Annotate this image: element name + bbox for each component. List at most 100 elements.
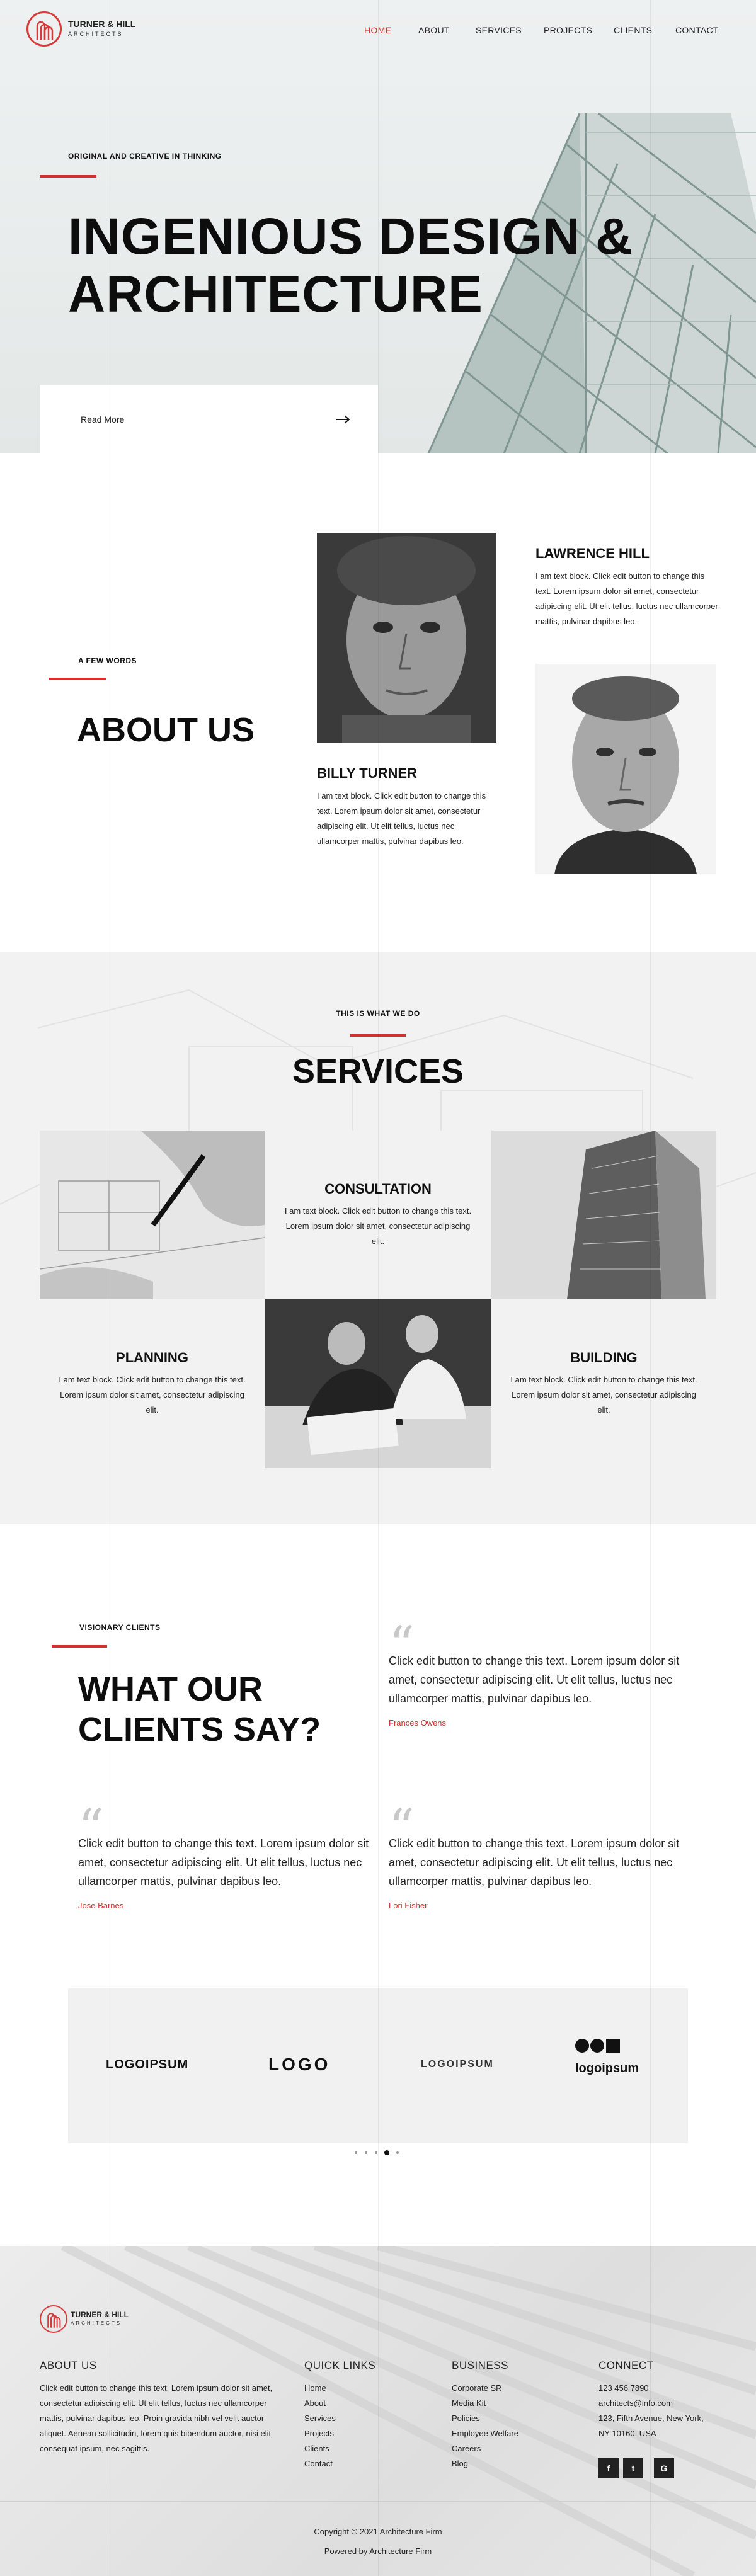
- footer-link-media-kit[interactable]: Media Kit: [452, 2396, 518, 2411]
- footer-link-home[interactable]: Home: [304, 2381, 336, 2396]
- lawrence-hill-name: LAWRENCE HILL: [536, 545, 650, 561]
- footer-link-contact[interactable]: Contact: [304, 2456, 336, 2471]
- services-title: SERVICES: [292, 1052, 464, 1090]
- client-logos-carousel: LOGOIPSUM LOGO LOGOIPSUM logoipsum: [68, 1988, 688, 2143]
- carousel-dot[interactable]: [355, 2151, 357, 2154]
- footer-address-line2: NY 10160, USA: [598, 2429, 656, 2438]
- footer-quick-links: Home About Services Projects Clients Con…: [304, 2381, 336, 2471]
- arrow-right-icon: [336, 415, 350, 424]
- brand-tagline: ARCHITECTS: [68, 31, 123, 37]
- hero-accent-bar: [40, 175, 96, 178]
- footer-powered-by: Powered by Architecture Firm: [324, 2546, 432, 2556]
- testimonial-3: “ Click edit button to change this text.…: [389, 1798, 685, 1911]
- footer-link-policies[interactable]: Policies: [452, 2411, 518, 2426]
- about-accent-bar: [49, 678, 106, 680]
- carousel-dot[interactable]: [365, 2151, 367, 2154]
- footer-email[interactable]: architects@info.com: [598, 2396, 704, 2411]
- twitter-icon[interactable]: t: [623, 2458, 643, 2478]
- footer-business-heading: BUSINESS: [452, 2359, 508, 2371]
- hero-title: INGENIOUS DESIGN & ARCHITECTURE: [68, 208, 633, 324]
- footer-link-about[interactable]: About: [304, 2396, 336, 2411]
- planning-text: I am text block. Click edit button to ch…: [59, 1375, 246, 1415]
- lawrence-hill-bio: I am text block. Click edit button to ch…: [536, 571, 718, 626]
- footer-link-employee-welfare[interactable]: Employee Welfare: [452, 2426, 518, 2441]
- clients-eyebrow: VISIONARY CLIENTS: [79, 1623, 161, 1632]
- read-more-button[interactable]: Read More: [40, 385, 378, 453]
- services-section: THIS IS WHAT WE DO SERVICES CONSULTATION…: [0, 952, 756, 1524]
- site-footer: TURNER & HILL ARCHITECTS ABOUT US Click …: [0, 2246, 756, 2576]
- testimonial-1: “ Click edit button to change this text.…: [389, 1620, 685, 1728]
- footer-link-services[interactable]: Services: [304, 2411, 336, 2426]
- quote-icon: “: [389, 1616, 415, 1674]
- footer-divider: [0, 2501, 756, 2502]
- skyscraper-photo: [491, 1131, 716, 1299]
- footer-about-text: Click edit button to change this text. L…: [40, 2383, 273, 2453]
- consultation-card: CONSULTATION I am text block. Click edit…: [265, 1131, 491, 1299]
- footer-business-links: Corporate SR Media Kit Policies Employee…: [452, 2381, 518, 2471]
- read-more-label: Read More: [81, 414, 125, 425]
- quote-icon: “: [389, 1798, 415, 1857]
- clients-title: WHAT OUR CLIENTS SAY?: [78, 1669, 321, 1750]
- client-logo-4[interactable]: logoipsum: [575, 2061, 639, 2076]
- brand-name[interactable]: TURNER & HILL: [68, 19, 135, 29]
- footer-logo-mark[interactable]: [40, 2305, 67, 2333]
- footer-link-corporate-sr[interactable]: Corporate SR: [452, 2381, 518, 2396]
- about-title: ABOUT US: [77, 711, 255, 749]
- nav-contact[interactable]: CONTACT: [675, 25, 719, 35]
- nav-about[interactable]: ABOUT: [418, 25, 450, 35]
- footer-about-heading: ABOUT US: [40, 2359, 97, 2371]
- google-icon[interactable]: G: [654, 2458, 674, 2478]
- hero-eyebrow: ORIGINAL AND CREATIVE IN THINKING: [68, 152, 222, 161]
- nav-projects[interactable]: PROJECTS: [544, 25, 592, 35]
- footer-brand-name: TURNER & HILL: [71, 2310, 129, 2319]
- lawrence-hill-photo: [536, 664, 716, 874]
- clients-title-line1: WHAT OUR: [78, 1670, 263, 1708]
- footer-address-line1: 123, Fifth Avenue, New York,: [598, 2414, 704, 2423]
- logo-arches-icon: [36, 21, 54, 40]
- nav-home[interactable]: HOME: [364, 25, 391, 35]
- testimonial-2: “ Click edit button to change this text.…: [78, 1798, 374, 1911]
- testimonial-1-author: Frances Owens: [389, 1718, 447, 1728]
- client-logo-1[interactable]: LOGOIPSUM: [106, 2058, 188, 2072]
- footer-copyright: Copyright © 2021 Architecture Firm: [314, 2527, 442, 2536]
- consultation-text: I am text block. Click edit button to ch…: [284, 1206, 472, 1246]
- facebook-icon[interactable]: f: [598, 2458, 619, 2478]
- planning-sketch-photo: [40, 1131, 265, 1299]
- footer-phone[interactable]: 123 456 7890: [598, 2381, 704, 2396]
- testimonial-3-author: Lori Fisher: [389, 1901, 428, 1910]
- team-working-photo: [265, 1299, 491, 1468]
- carousel-dot[interactable]: [396, 2151, 399, 2154]
- billy-turner-name: BILLY TURNER: [317, 765, 417, 781]
- footer-link-projects[interactable]: Projects: [304, 2426, 336, 2441]
- nav-clients[interactable]: CLIENTS: [614, 25, 652, 35]
- testimonial-1-text: Click edit button to change this text. L…: [389, 1655, 680, 1705]
- quote-icon: “: [78, 1798, 104, 1857]
- logo-arches-icon: [47, 2313, 61, 2328]
- billy-turner-bio: I am text block. Click edit button to ch…: [317, 791, 486, 846]
- footer-connect-heading: CONNECT: [598, 2359, 654, 2371]
- testimonial-2-author: Jose Barnes: [78, 1901, 124, 1910]
- footer-link-careers[interactable]: Careers: [452, 2441, 518, 2456]
- clients-title-line2: CLIENTS SAY?: [78, 1711, 321, 1748]
- consultation-title: CONSULTATION: [324, 1181, 432, 1197]
- nav-services[interactable]: SERVICES: [476, 25, 522, 35]
- building-title: BUILDING: [570, 1350, 638, 1365]
- testimonial-3-text: Click edit button to change this text. L…: [389, 1837, 680, 1888]
- footer-link-blog[interactable]: Blog: [452, 2456, 518, 2471]
- clients-accent-bar: [52, 1645, 107, 1648]
- testimonial-2-text: Click edit button to change this text. L…: [78, 1837, 369, 1888]
- footer-quick-links-heading: QUICK LINKS: [304, 2359, 376, 2371]
- brand-logo-mark[interactable]: [26, 11, 62, 47]
- planning-card: PLANNING I am text block. Click edit but…: [40, 1299, 265, 1468]
- carousel-dot[interactable]: [375, 2151, 377, 2154]
- carousel-dot-active[interactable]: [384, 2150, 389, 2155]
- building-card: BUILDING I am text block. Click edit but…: [491, 1299, 716, 1468]
- footer-brand-tagline: ARCHITECTS: [71, 2320, 122, 2326]
- client-logo-4-mark: [575, 2039, 620, 2056]
- client-logo-2[interactable]: LOGO: [268, 2055, 330, 2075]
- hero-title-line2: ARCHITECTURE: [68, 266, 483, 323]
- client-logo-3[interactable]: LOGOIPSUM: [421, 2059, 494, 2070]
- footer-contact-info: 123 456 7890 architects@info.com 123, Fi…: [598, 2381, 704, 2441]
- services-eyebrow: THIS IS WHAT WE DO: [336, 1009, 420, 1018]
- footer-link-clients[interactable]: Clients: [304, 2441, 336, 2456]
